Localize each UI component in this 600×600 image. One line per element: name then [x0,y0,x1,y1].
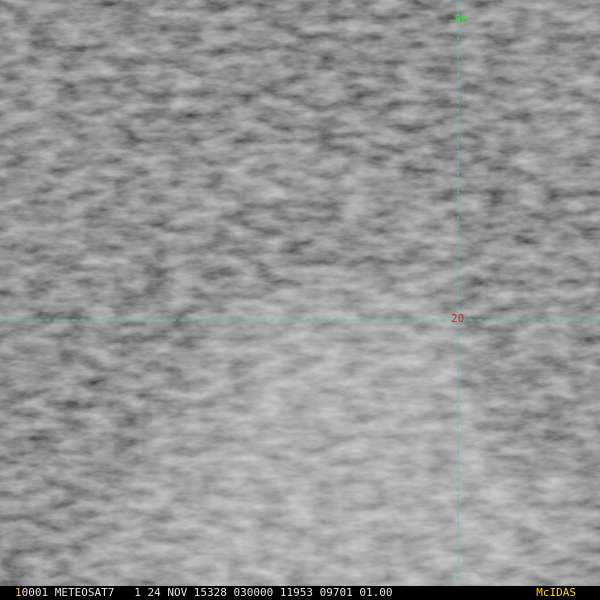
grid-latitude-label: -80 [448,13,468,26]
satellite-image [0,0,600,586]
mcidas-brand: McIDAS [536,586,576,599]
status-bar: 10001 METEOSAT7 1 24 NOV 15328 030000 11… [0,586,600,600]
frame-number: 1 [15,586,22,599]
grid-longitude-label: 20 [451,312,465,325]
image-info: 0001 METEOSAT7 1 24 NOV 15328 030000 119… [21,586,393,599]
